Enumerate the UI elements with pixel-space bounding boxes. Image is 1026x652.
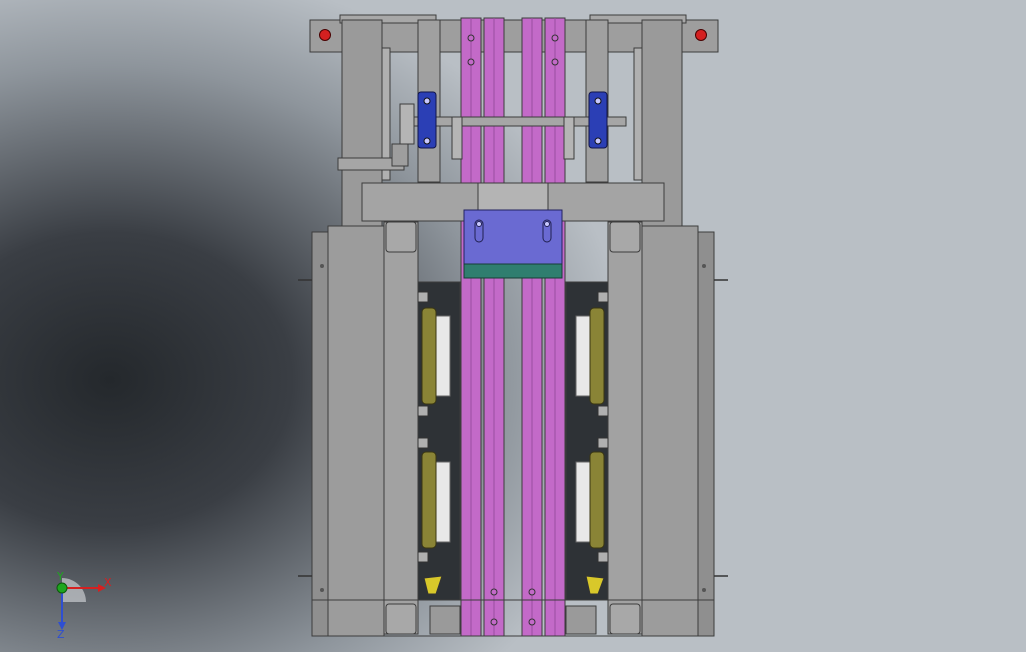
mount-hole-left	[319, 29, 331, 41]
lower-frame-right	[607, 221, 715, 637]
x-axis-label: X	[104, 576, 112, 589]
center-plate	[463, 209, 563, 279]
cad-viewport[interactable]: X Y Z	[0, 0, 1026, 652]
y-axis-dot	[56, 582, 68, 594]
bearing-right	[588, 91, 608, 149]
lower-frame-left	[311, 221, 419, 637]
mount-hole-right	[695, 29, 707, 41]
vertical-rails	[460, 17, 566, 637]
z-axis-label: Z	[57, 628, 65, 640]
y-axis-label: Y	[56, 570, 64, 583]
bearing-left	[417, 91, 437, 149]
assembly-model[interactable]	[0, 0, 1026, 652]
orientation-triad: X Y Z	[56, 570, 112, 640]
